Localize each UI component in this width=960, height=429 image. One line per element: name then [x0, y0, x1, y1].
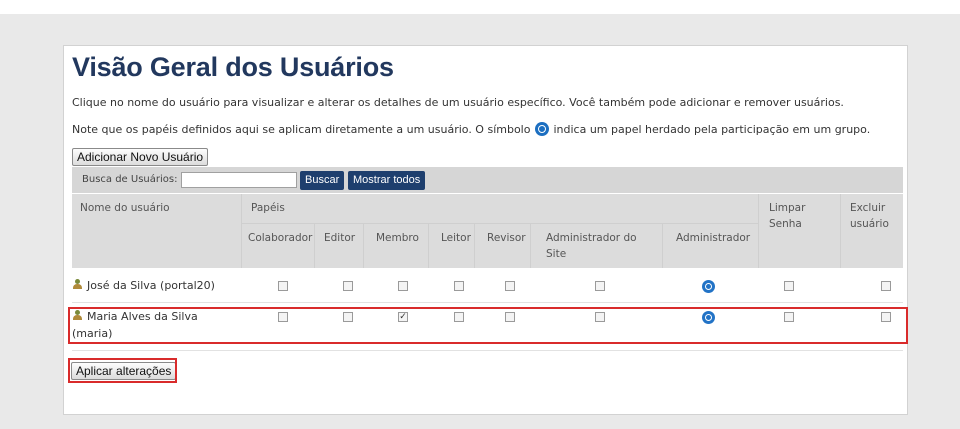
table-row-user[interactable]: José da Silva (portal20)	[72, 277, 215, 294]
user-name-link[interactable]: José da Silva (portal20)	[87, 279, 215, 292]
col-reset-password: Limpar Senha	[769, 202, 806, 230]
checkbox-leitor[interactable]	[454, 281, 464, 291]
role-divider	[314, 223, 315, 268]
page-title: Visão Geral dos Usuários	[72, 52, 394, 82]
col-delete-user: Excluir usuário	[850, 202, 889, 230]
users-overview-panel: Visão Geral dos Usuários Clique no nome …	[63, 45, 908, 415]
description-note: Note que os papéis definidos aqui se apl…	[72, 122, 870, 136]
checkbox-editor[interactable]	[343, 281, 353, 291]
role-divider	[474, 223, 475, 268]
checkbox-revisor[interactable]	[505, 281, 515, 291]
checkbox-admin-site[interactable]	[595, 281, 605, 291]
role-divider	[662, 223, 663, 268]
col-user-name: Nome do usuário	[80, 202, 170, 214]
role-header: Editor	[324, 232, 356, 244]
header-divider	[758, 194, 759, 268]
description-text: Clique no nome do usuário para visualiza…	[72, 96, 844, 109]
user-search-bar: Busca de Usuários: Buscar Mostrar todos	[72, 167, 903, 193]
add-user-button[interactable]: Adicionar Novo Usuário	[72, 148, 209, 166]
role-header: Membro	[376, 232, 419, 244]
row-divider	[72, 350, 903, 351]
header-divider	[241, 194, 242, 268]
checkbox-colaborador[interactable]	[278, 281, 288, 291]
show-all-button[interactable]: Mostrar todos	[348, 171, 426, 190]
checkbox-membro[interactable]	[398, 281, 408, 291]
role-header: Administrador	[676, 232, 751, 244]
role-header: Leitor	[441, 232, 471, 244]
role-divider	[428, 223, 429, 268]
header-divider	[840, 194, 841, 268]
inherited-role-icon	[702, 280, 715, 293]
checkbox-delete-user[interactable]	[881, 281, 891, 291]
role-divider	[530, 223, 531, 268]
role-header: Revisor	[487, 232, 526, 244]
col-roles: Papéis	[251, 202, 285, 214]
search-label: Busca de Usuários:	[82, 174, 178, 185]
description-note-start: Note que os papéis definidos aqui se apl…	[72, 123, 531, 136]
role-divider	[363, 223, 364, 268]
checkbox-reset-password[interactable]	[784, 281, 794, 291]
search-input[interactable]	[181, 172, 297, 188]
role-header: Administrador do Site	[546, 232, 637, 260]
role-header: Colaborador	[248, 232, 313, 244]
highlight-apply-box	[68, 358, 177, 383]
table-header: Nome do usuário Papéis Limpar Senha Excl…	[72, 194, 903, 268]
highlight-row-box	[68, 307, 908, 344]
top-strip	[0, 0, 960, 14]
roles-divider	[242, 223, 758, 224]
row-divider	[72, 302, 903, 303]
user-icon	[72, 279, 83, 290]
description-note-end: indica um papel herdado pela participaçã…	[553, 123, 871, 136]
search-button[interactable]: Buscar	[300, 171, 345, 190]
inherited-role-icon	[534, 122, 549, 136]
